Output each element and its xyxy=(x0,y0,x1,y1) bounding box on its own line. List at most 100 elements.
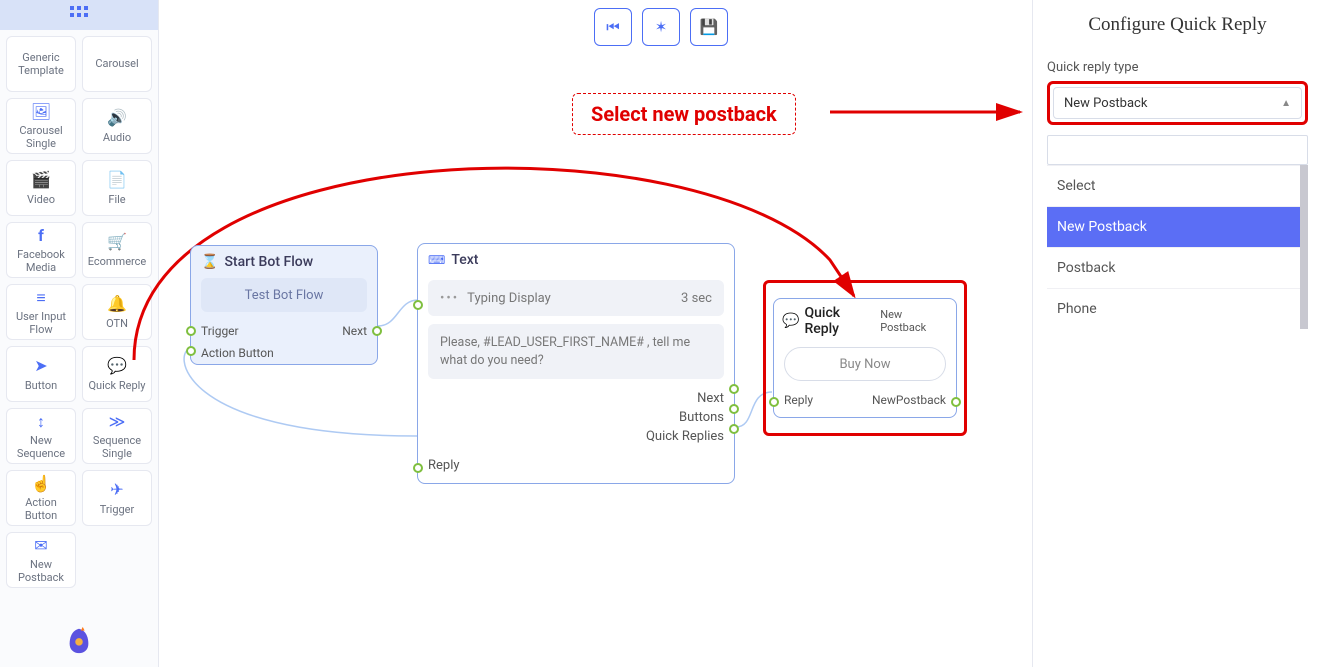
port-reply[interactable] xyxy=(769,397,779,407)
pointer-icon: ☝ xyxy=(31,474,51,493)
tool-palette: Generic Template Carousel 🖼 Carousel Sing… xyxy=(4,34,154,590)
tool-label: Ecommerce xyxy=(88,255,147,268)
node-badge: New Postback xyxy=(880,308,948,334)
keyboard-icon: ⌨ xyxy=(428,253,445,267)
sidebar-apps-icon[interactable] xyxy=(0,0,158,30)
back-icon: ⏮ xyxy=(606,18,620,36)
port-out-buttons[interactable] xyxy=(729,404,739,414)
plane-icon: ✈ xyxy=(110,480,123,499)
select-value: New Postback xyxy=(1064,96,1147,111)
tool-ecommerce[interactable]: 🛒 Ecommerce xyxy=(82,222,152,278)
node-start-bot-flow[interactable]: ⌛Start Bot Flow Test Bot Flow Trigger Ne… xyxy=(190,245,378,365)
mail-icon: ✉ xyxy=(34,536,47,555)
tool-label: OTN xyxy=(106,317,128,330)
test-bot-flow-button[interactable]: Test Bot Flow xyxy=(201,278,367,312)
save-button[interactable]: 💾 xyxy=(690,8,728,46)
fit-button[interactable]: ✶ xyxy=(642,8,680,46)
port-reply[interactable] xyxy=(413,463,423,473)
tool-video[interactable]: 🎬 Video xyxy=(6,160,76,216)
chat-icon: 💬 xyxy=(782,313,799,329)
tool-label: Carousel xyxy=(95,57,138,70)
tool-label: Sequence Single xyxy=(85,434,149,460)
port-in[interactable] xyxy=(413,300,423,310)
tool-label: File xyxy=(108,193,125,206)
option-postback[interactable]: Postback xyxy=(1047,247,1300,288)
button-label: Buy Now xyxy=(839,357,890,372)
option-label: Select xyxy=(1057,178,1095,194)
node-quick-reply[interactable]: 💬Quick Reply New Postback Buy Now Reply … xyxy=(773,298,957,418)
tool-facebook-media[interactable]: fFacebook Media xyxy=(6,222,76,278)
tool-audio[interactable]: 🔊Audio xyxy=(82,98,152,154)
node-title: Quick Reply xyxy=(804,305,874,337)
option-label: New Postback xyxy=(1057,219,1147,235)
tool-label: New Postback xyxy=(9,558,73,584)
tool-sequence-single[interactable]: ≫ Sequence Single xyxy=(82,408,152,464)
app-logo xyxy=(0,625,158,655)
tool-new-sequence[interactable]: ↕ New Sequence xyxy=(6,408,76,464)
tool-carousel-single[interactable]: 🖼 Carousel Single xyxy=(6,98,76,154)
dropdown-list: Select New Postback Postback Phone xyxy=(1047,165,1308,329)
port-out-quick[interactable] xyxy=(729,424,739,434)
tool-label: Action Button xyxy=(9,496,73,522)
tool-file[interactable]: 📄 File xyxy=(82,160,152,216)
option-phone[interactable]: Phone xyxy=(1047,288,1300,329)
panel-title: Configure Quick Reply xyxy=(1047,14,1308,36)
sidebar: Generic Template Carousel 🖼 Carousel Sing… xyxy=(0,0,159,667)
typing-label: Typing Display xyxy=(467,291,551,306)
tool-new-postback[interactable]: ✉ New Postback xyxy=(6,532,76,588)
tool-label: Video xyxy=(27,193,55,206)
port-label-buttons: Buttons xyxy=(679,410,724,425)
bell-icon: 🔔 xyxy=(107,294,127,313)
port-label-newpostback: NewPostback xyxy=(872,393,946,407)
image-icon: 🖼 xyxy=(31,102,51,121)
sort-icon: ↕ xyxy=(37,412,45,431)
annotation-text: Select new postback xyxy=(591,102,777,126)
dots-icon: ••• xyxy=(440,291,459,306)
port-label-reply: Reply xyxy=(428,458,460,473)
hourglass-icon: ⌛ xyxy=(201,254,218,270)
quick-reply-type-select[interactable]: New Postback ▲ xyxy=(1053,87,1302,119)
dropdown-search-input[interactable] xyxy=(1047,135,1308,165)
right-panel: Configure Quick Reply Quick reply type N… xyxy=(1032,0,1322,667)
port-newpostback[interactable] xyxy=(951,397,961,407)
option-select[interactable]: Select xyxy=(1047,165,1300,206)
back-button[interactable]: ⏮ xyxy=(594,8,632,46)
port-out-next[interactable] xyxy=(729,384,739,394)
tool-label: Quick Reply xyxy=(88,379,145,392)
port-in-trigger[interactable] xyxy=(186,326,196,336)
tool-label: New Sequence xyxy=(9,434,73,460)
port-label-next: Next xyxy=(342,324,367,338)
port-out-next[interactable] xyxy=(372,326,382,336)
node-text[interactable]: ⌨Text •••Typing Display 3 sec Please, #L… xyxy=(417,243,735,484)
send-icon: ➤ xyxy=(34,356,47,375)
tool-label: Carousel Single xyxy=(9,124,73,150)
port-in-action[interactable] xyxy=(186,346,196,356)
cart-icon: 🛒 xyxy=(107,232,127,251)
video-icon: 🎬 xyxy=(31,170,51,189)
file-icon: 📄 xyxy=(107,170,127,189)
tool-otn[interactable]: 🔔 OTN xyxy=(82,284,152,340)
chat-icon: 💬 xyxy=(107,356,127,375)
annotation-callout: Select new postback xyxy=(572,93,796,135)
tool-generic-template[interactable]: Generic Template xyxy=(6,36,76,92)
node-title: Start Bot Flow xyxy=(224,254,313,270)
list-icon: ≡ xyxy=(36,288,45,307)
tool-user-input-flow[interactable]: ≡ User Input Flow xyxy=(6,284,76,340)
node-title: Text xyxy=(451,252,478,268)
option-new-postback[interactable]: New Postback xyxy=(1047,206,1300,247)
tool-carousel[interactable]: Carousel xyxy=(82,36,152,92)
tool-label: Trigger xyxy=(100,503,134,516)
tool-quick-reply[interactable]: 💬 Quick Reply xyxy=(82,346,152,402)
tool-action-button[interactable]: ☝ Action Button xyxy=(6,470,76,526)
forward-icon: ≫ xyxy=(109,412,126,431)
annotation-highlight-qr: 💬Quick Reply New Postback Buy Now Reply … xyxy=(763,280,967,436)
compress-icon: ✶ xyxy=(655,18,668,36)
port-label-next: Next xyxy=(697,391,724,406)
top-toolbar: ⏮ ✶ 💾 xyxy=(594,8,728,46)
tool-label: Button xyxy=(25,379,57,392)
port-label-quick-replies: Quick Replies xyxy=(646,429,724,444)
tool-label: User Input Flow xyxy=(9,310,73,336)
quick-reply-button[interactable]: Buy Now xyxy=(784,347,946,381)
tool-trigger[interactable]: ✈ Trigger xyxy=(82,470,152,526)
tool-button[interactable]: ➤ Button xyxy=(6,346,76,402)
